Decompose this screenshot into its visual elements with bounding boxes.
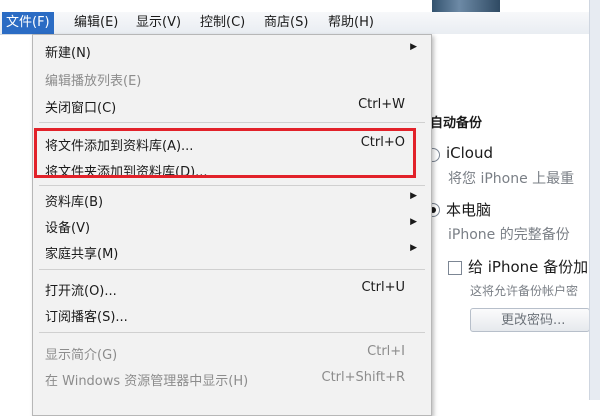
- menu-store[interactable]: 商店(S): [260, 12, 312, 34]
- menu-item-label: 在 Windows 资源管理器中显示(H): [45, 374, 249, 389]
- title-strip: [0, 0, 600, 12]
- menu-item-subscribe-podcast[interactable]: 订阅播客(S)...: [33, 301, 431, 327]
- menu-item-home-sharing[interactable]: 家庭共享(M) ▶: [33, 238, 431, 264]
- menu-item-close-window[interactable]: 关闭窗口(C) Ctrl+W: [33, 92, 431, 118]
- menu-item-label: 家庭共享(M): [45, 247, 119, 262]
- menu-item-devices[interactable]: 设备(V) ▶: [33, 212, 431, 238]
- menu-item-shortcut: Ctrl+Shift+R: [321, 370, 406, 385]
- menu-help[interactable]: 帮助(H): [324, 12, 378, 34]
- window-right-edge: [589, 0, 600, 400]
- this-computer-label: 本电脑: [446, 201, 492, 219]
- menubar: 文件(F) 编辑(E) 显示(V) 控制(C) 商店(S) 帮助(H): [0, 12, 590, 35]
- menu-file[interactable]: 文件(F): [2, 12, 54, 34]
- menu-item-label: 订阅播客(S)...: [45, 310, 128, 325]
- submenu-arrow-icon: ▶: [410, 42, 417, 52]
- menu-edit[interactable]: 编辑(E): [70, 12, 122, 34]
- menu-item-edit-playlist: 编辑播放列表(E): [33, 65, 431, 91]
- menu-item-shortcut: Ctrl+U: [361, 280, 405, 295]
- submenu-arrow-icon: ▶: [410, 217, 417, 227]
- icloud-label: iCloud: [446, 144, 494, 162]
- encrypt-backup-label: 给 iPhone 备份加: [468, 258, 589, 276]
- menu-item-label: 关闭窗口(C): [45, 101, 117, 116]
- submenu-arrow-icon: ▶: [410, 243, 417, 253]
- auto-backup-title: 自动备份: [430, 116, 483, 131]
- menu-item-label: 打开流(O)...: [45, 284, 117, 299]
- menu-separator: [39, 122, 425, 123]
- menu-item-new[interactable]: 新建(N) ▶: [33, 37, 431, 63]
- menu-item-library[interactable]: 资料库(B) ▶: [33, 186, 431, 212]
- submenu-arrow-icon: ▶: [410, 191, 417, 201]
- album-thumbnail: [432, 0, 500, 12]
- change-password-button[interactable]: 更改密码...: [470, 308, 590, 332]
- encrypt-backup-description: 这将允许备份帐户密: [470, 284, 579, 298]
- this-computer-description: iPhone 的完整备份: [448, 227, 570, 243]
- menu-item-label: 编辑播放列表(E): [45, 74, 142, 89]
- menu-item-show-in-explorer: 在 Windows 资源管理器中显示(H) Ctrl+Shift+R: [33, 365, 431, 391]
- menu-separator: [39, 332, 425, 333]
- menu-item-label: 新建(N): [45, 46, 91, 61]
- menu-controls[interactable]: 控制(C): [196, 12, 249, 34]
- icloud-description: 将您 iPhone 上最重: [448, 171, 575, 187]
- red-highlight-box: [34, 128, 416, 178]
- menu-item-shortcut: Ctrl+I: [367, 344, 405, 359]
- menu-item-label: 资料库(B): [45, 195, 104, 210]
- menu-item-get-info: 显示简介(G) Ctrl+I: [33, 339, 431, 365]
- file-menu-dropdown: 新建(N) ▶ 编辑播放列表(E) 关闭窗口(C) Ctrl+W 将文件添加到资…: [32, 34, 432, 416]
- menu-item-shortcut: Ctrl+W: [358, 97, 405, 112]
- menu-separator: [39, 269, 425, 270]
- menu-item-open-stream[interactable]: 打开流(O)... Ctrl+U: [33, 275, 431, 301]
- menu-item-label: 设备(V): [45, 221, 91, 236]
- menu-item-label: 显示简介(G): [45, 348, 118, 363]
- encrypt-backup-checkbox[interactable]: [448, 261, 462, 275]
- menu-view[interactable]: 显示(V): [132, 12, 185, 34]
